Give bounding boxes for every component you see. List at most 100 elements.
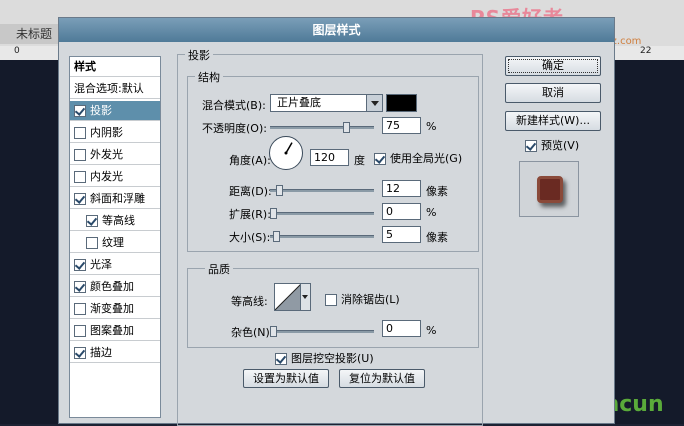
size-label: 大小(S): — [229, 231, 271, 244]
global-light-checkbox[interactable]: 使用全局光(G) — [374, 150, 462, 166]
style-item[interactable]: 投影 — [70, 101, 160, 121]
global-light-check-icon — [374, 153, 386, 165]
style-item[interactable]: 纹理 — [70, 233, 160, 253]
size-thumb[interactable] — [272, 231, 280, 242]
size-slider[interactable] — [270, 231, 374, 242]
global-light-label: 使用全局光(G) — [390, 152, 463, 165]
preview-swatch — [537, 176, 563, 203]
angle-hand-icon — [284, 142, 293, 155]
new-style-button[interactable]: 新建样式(W)... — [505, 111, 601, 131]
reset-default-button[interactable]: 复位为默认值 — [339, 369, 425, 388]
knockout-label: 图层挖空投影(U) — [291, 352, 374, 365]
contour-dropdown-icon[interactable] — [300, 284, 310, 310]
style-item[interactable]: 颜色叠加 — [70, 277, 160, 297]
style-check-icon[interactable] — [74, 347, 86, 359]
style-check-icon[interactable] — [74, 149, 86, 161]
style-check-icon[interactable] — [74, 259, 86, 271]
angle-unit: 度 — [354, 154, 365, 167]
styles-header[interactable]: 样式 — [70, 57, 160, 77]
style-item-label: 投影 — [90, 104, 112, 117]
style-item[interactable]: 外发光 — [70, 145, 160, 165]
style-item[interactable]: 等高线 — [70, 211, 160, 231]
style-check-icon[interactable] — [74, 171, 86, 183]
opacity-thumb[interactable] — [342, 122, 350, 133]
antialias-checkbox[interactable]: 消除锯齿(L) — [325, 291, 400, 307]
ruler-label-right: 22 — [640, 46, 652, 56]
angle-dial[interactable] — [269, 136, 303, 170]
noise-unit: % — [426, 324, 437, 337]
style-item-label: 纹理 — [102, 236, 124, 249]
style-item-label: 光泽 — [90, 258, 112, 271]
contour-label: 等高线: — [231, 295, 268, 308]
chevron-down-icon[interactable] — [366, 95, 382, 111]
section-title: 投影 — [185, 47, 213, 63]
canvas-right — [615, 60, 684, 424]
contour-curve-icon — [275, 284, 301, 310]
knockout-checkbox[interactable]: 图层挖空投影(U) — [275, 350, 374, 366]
style-item[interactable]: 混合选项:默认 — [70, 79, 160, 99]
style-item[interactable]: 光泽 — [70, 255, 160, 275]
distance-thumb[interactable] — [275, 185, 283, 196]
style-item[interactable]: 斜面和浮雕 — [70, 189, 160, 209]
style-item[interactable]: 图案叠加 — [70, 321, 160, 341]
antialias-label: 消除锯齿(L) — [341, 293, 400, 306]
noise-slider[interactable] — [270, 326, 374, 337]
distance-slider[interactable] — [270, 185, 374, 196]
styles-list: 样式 混合选项:默认投影内阴影外发光内发光斜面和浮雕等高线纹理光泽颜色叠加渐变叠… — [69, 56, 161, 418]
spread-input[interactable]: 0 — [382, 203, 421, 220]
style-item[interactable]: 内发光 — [70, 167, 160, 187]
make-default-button[interactable]: 设置为默认值 — [243, 369, 329, 388]
style-item-label: 内发光 — [90, 170, 123, 183]
noise-label: 杂色(N): — [231, 326, 274, 339]
cancel-button[interactable]: 取消 — [505, 83, 601, 103]
preview-label: 预览(V) — [541, 139, 580, 152]
distance-unit: 像素 — [426, 185, 448, 198]
opacity-slider[interactable] — [270, 122, 374, 133]
ok-button[interactable]: 确定 — [505, 56, 601, 76]
structure-title: 结构 — [195, 69, 223, 85]
opacity-unit: % — [426, 120, 437, 133]
style-item-label: 颜色叠加 — [90, 280, 134, 293]
style-check-icon[interactable] — [74, 105, 86, 117]
style-check-icon[interactable] — [74, 281, 86, 293]
noise-input[interactable]: 0 — [382, 320, 421, 337]
style-check-icon[interactable] — [74, 325, 86, 337]
style-check-icon[interactable] — [74, 193, 86, 205]
style-item-label: 内阴影 — [90, 126, 123, 139]
style-item-label: 渐变叠加 — [90, 302, 134, 315]
antialias-check-icon — [325, 294, 337, 306]
ruler-label-left: 0 — [14, 46, 20, 56]
style-check-icon[interactable] — [74, 303, 86, 315]
style-item-label: 描边 — [90, 346, 112, 359]
style-check-icon[interactable] — [74, 127, 86, 139]
opacity-input[interactable]: 75 — [382, 117, 421, 134]
shadow-color-swatch[interactable] — [386, 94, 417, 112]
layer-style-dialog: 图层样式 样式 混合选项:默认 投影 内阴影 外发光 内发光 斜面和浮雕 等高线 纹理 光泽 颜色… — [58, 17, 615, 426]
style-item[interactable]: 渐变叠加 — [70, 299, 160, 319]
preview-check-icon — [525, 140, 537, 152]
distance-input[interactable]: 12 — [382, 180, 421, 197]
size-input[interactable]: 5 — [382, 226, 421, 243]
dialog-title[interactable]: 图层样式 — [59, 18, 614, 42]
angle-input[interactable]: 120 — [310, 149, 349, 166]
canvas-left — [0, 60, 60, 424]
spread-unit: % — [426, 206, 437, 219]
preview-checkbox[interactable]: 预览(V) — [525, 137, 579, 153]
angle-label: 角度(A): — [229, 154, 271, 167]
contour-picker[interactable] — [274, 283, 311, 311]
style-check-icon[interactable] — [86, 237, 98, 249]
opacity-label: 不透明度(O): — [202, 122, 267, 135]
style-item[interactable]: 描边 — [70, 343, 160, 363]
style-item-label: 等高线 — [102, 214, 135, 227]
style-item-label: 斜面和浮雕 — [90, 192, 145, 205]
style-preview — [519, 161, 579, 217]
knockout-check-icon — [275, 353, 287, 365]
style-check-icon[interactable] — [86, 215, 98, 227]
distance-label: 距离(D): — [229, 185, 272, 198]
quality-title: 品质 — [205, 261, 233, 277]
spread-slider[interactable] — [270, 208, 374, 219]
noise-thumb[interactable] — [270, 326, 277, 337]
style-item[interactable]: 内阴影 — [70, 123, 160, 143]
spread-thumb[interactable] — [270, 208, 277, 219]
blend-mode-select[interactable]: 正片叠底 — [270, 94, 383, 112]
